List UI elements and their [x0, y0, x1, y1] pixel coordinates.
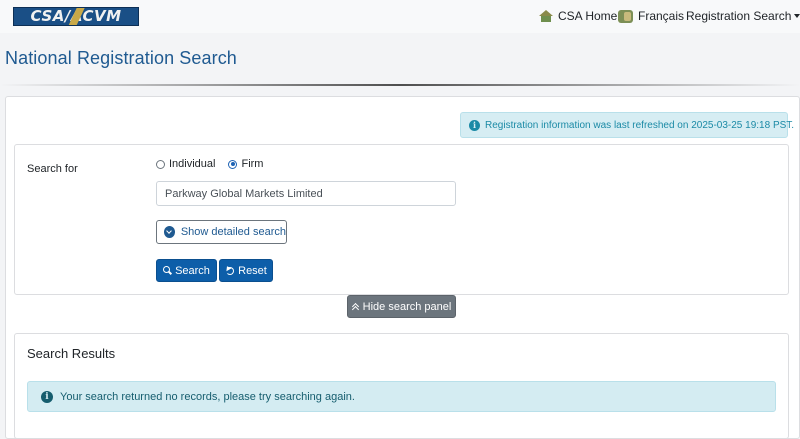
nav-registration-label: Registration Search [686, 9, 792, 23]
search-type-radio-group: Individual Firm [156, 158, 276, 170]
house-icon [539, 10, 553, 22]
detailed-search-label: Show detailed search [180, 226, 286, 238]
title-divider [0, 84, 800, 86]
nav-home-label: CSA Home [558, 9, 618, 23]
search-results-title: Search Results [27, 346, 116, 361]
csa-logo[interactable]: CSA/ACVM [13, 7, 139, 26]
globe-icon [618, 9, 633, 23]
refresh-info-text: Registration information was last refres… [485, 119, 795, 131]
info-icon: i [41, 390, 53, 403]
no-records-alert: i Your search returned no records, pleas… [27, 381, 776, 412]
top-navbar: CSA/ACVM CSA Home Français Registration … [0, 0, 800, 33]
page-title: National Registration Search [5, 48, 237, 68]
no-records-text: Your search returned no records, please … [60, 390, 355, 403]
reset-button[interactable]: Reset [219, 259, 273, 282]
double-chevron-up-icon [351, 302, 360, 313]
radio-firm-label[interactable]: Firm [241, 158, 263, 170]
undo-icon [225, 266, 235, 276]
firm-name-input[interactable] [156, 181, 456, 206]
info-icon: i [469, 119, 480, 131]
search-button[interactable]: Search [156, 259, 217, 282]
nav-csa-home-link[interactable]: CSA Home [539, 9, 617, 23]
nav-language-label: Français [638, 9, 685, 23]
search-icon [163, 266, 172, 275]
nav-registration-search-dropdown[interactable]: Registration Search [686, 9, 800, 23]
caret-down-icon [794, 14, 800, 18]
reset-button-label: Reset [238, 264, 267, 277]
show-detailed-search-button[interactable]: Show detailed search [156, 220, 287, 244]
refresh-info-alert: i Registration information was last refr… [460, 112, 794, 138]
radio-individual[interactable] [156, 159, 165, 169]
search-button-label: Search [175, 264, 210, 277]
nav-language-link[interactable]: Français [618, 9, 684, 23]
hide-search-panel-button[interactable]: Hide search panel [347, 295, 456, 318]
radio-firm[interactable] [228, 159, 238, 169]
hide-panel-label: Hide search panel [362, 300, 452, 313]
search-panel [14, 144, 789, 295]
search-for-label: Search for [27, 163, 78, 175]
radio-individual-label[interactable]: Individual [169, 158, 215, 170]
chevron-circle-down-icon [164, 226, 175, 238]
